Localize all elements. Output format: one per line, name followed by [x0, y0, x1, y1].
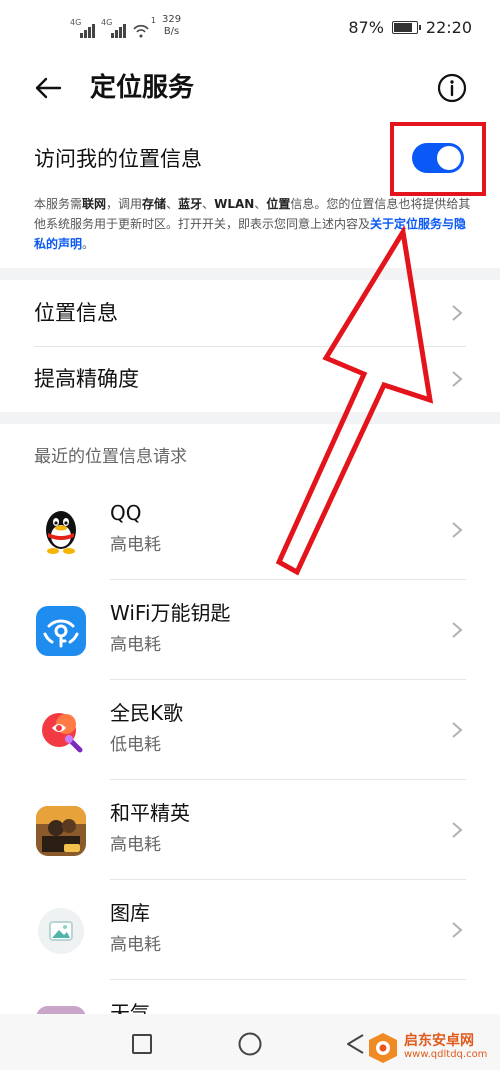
recents-button[interactable] — [128, 1030, 156, 1058]
watermark-name: 启东安卓网 — [404, 1033, 474, 1049]
clock: 22:20 — [425, 18, 472, 37]
net-type-2: 4G — [101, 18, 113, 27]
chevron-right-icon — [452, 822, 463, 838]
app-usage: 低电耗 — [110, 735, 161, 755]
settings-item-label: 提高精确度 — [34, 367, 139, 391]
app-row-karaoke[interactable]: 全民K歌 低电耗 — [0, 680, 500, 780]
chevron-right-icon — [452, 622, 463, 638]
cell-signal-2-icon: 4G — [101, 18, 126, 38]
watermark: 启东安卓网 www.qdltdq.com — [366, 1030, 494, 1066]
weather-icon — [36, 1006, 86, 1014]
settings-item-location-info[interactable]: 位置信息 — [34, 280, 466, 346]
status-left: 4G 4G 1 329 B/s — [70, 14, 181, 38]
arrow-left-icon — [35, 77, 62, 99]
net-speed: 329 B/s — [162, 14, 181, 38]
info-button[interactable] — [434, 70, 470, 106]
app-name: QQ — [110, 501, 142, 525]
watermark-logo-icon — [369, 1033, 397, 1063]
app-row-weather[interactable]: 天气 — [0, 980, 500, 1014]
location-access-card: 访问我的位置信息 本服务需联网，调用存储、蓝牙、WLAN、位置信息。您的位置信息… — [0, 122, 500, 268]
section-header: 最近的位置信息请求 — [34, 447, 187, 467]
circle-icon — [238, 1032, 262, 1056]
settings-item-improve-accuracy[interactable]: 提高精确度 — [34, 346, 466, 412]
app-name: 图库 — [110, 901, 150, 925]
triangle-back-icon — [347, 1034, 364, 1054]
app-name: WiFi万能钥匙 — [110, 601, 231, 625]
app-usage: 高电耗 — [110, 935, 161, 955]
speed-value: 329 — [162, 14, 182, 25]
app-usage: 高电耗 — [110, 635, 161, 655]
wifi-badge: 1 — [150, 16, 156, 25]
screen: 4G 4G 1 329 B/s 87% 22:20 定位服务 访问我的位置信息 … — [0, 0, 500, 1070]
app-row-gallery[interactable]: 图库 高电耗 — [0, 880, 500, 980]
wifi-icon: 1 — [132, 16, 156, 38]
location-access-label: 访问我的位置信息 — [34, 147, 202, 171]
annotation-highlight-box — [390, 122, 486, 196]
settings-card: 位置信息 提高精确度 — [0, 280, 500, 412]
app-name: 和平精英 — [110, 801, 190, 825]
wifi-key-icon — [36, 606, 86, 656]
settings-item-label: 位置信息 — [34, 301, 118, 325]
battery-icon — [391, 21, 421, 34]
app-row-wifi-key[interactable]: WiFi万能钥匙 高电耗 — [0, 580, 500, 680]
info-icon — [437, 73, 467, 103]
qq-penguin-icon — [36, 506, 86, 556]
watermark-url: www.qdltdq.com — [404, 1049, 488, 1060]
location-description: 本服务需联网，调用存储、蓝牙、WLAN、位置信息。您的位置信息也将提供给其他系统… — [34, 197, 471, 251]
back-button[interactable] — [30, 70, 66, 106]
gallery-icon — [36, 906, 86, 956]
app-row-game[interactable]: 和平精英 高电耗 — [0, 780, 500, 880]
page-title: 定位服务 — [90, 73, 195, 103]
chevron-right-icon — [452, 722, 463, 738]
recent-requests-card: 最近的位置信息请求 QQ 高电耗 WiFi万能钥匙 高电耗 全民K歌 低电耗 和… — [0, 424, 500, 1014]
karaoke-icon — [36, 706, 86, 756]
chevron-right-icon — [452, 305, 463, 321]
cell-signal-1-icon: 4G — [70, 18, 95, 38]
app-header: 定位服务 — [0, 52, 500, 124]
net-type-1: 4G — [70, 18, 82, 27]
app-usage: 高电耗 — [110, 835, 161, 855]
game-icon — [36, 806, 86, 856]
chevron-right-icon — [452, 522, 463, 538]
app-usage: 高电耗 — [110, 535, 161, 555]
battery-percent: 87% — [348, 18, 384, 37]
status-right: 87% 22:20 — [348, 18, 472, 37]
home-button[interactable] — [236, 1030, 264, 1058]
chevron-right-icon — [452, 371, 463, 387]
app-name: 天气 — [110, 1001, 150, 1014]
app-name: 全民K歌 — [110, 701, 184, 725]
watermark-text: 启东安卓网 www.qdltdq.com — [404, 1034, 487, 1062]
square-icon — [132, 1034, 152, 1054]
status-bar: 4G 4G 1 329 B/s 87% 22:20 — [0, 0, 500, 52]
app-row-qq[interactable]: QQ 高电耗 — [0, 480, 500, 580]
chevron-right-icon — [452, 922, 463, 938]
speed-unit: B/s — [163, 26, 180, 37]
